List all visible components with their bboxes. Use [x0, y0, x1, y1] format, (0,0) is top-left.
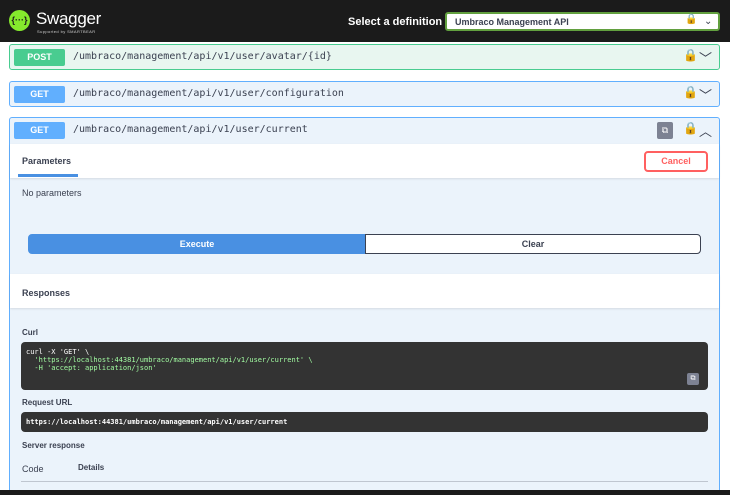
lock-icon[interactable]: 🔒 — [683, 121, 698, 135]
operation-path: /umbraco/management/api/v1/user/current — [73, 124, 308, 135]
operation-get-user-current[interactable]: GET /umbraco/management/api/v1/user/curr… — [9, 117, 720, 495]
code-column-header: Code — [22, 464, 44, 474]
server-response-label: Server response — [22, 441, 85, 450]
definition-select[interactable]: Umbraco Management API 🔒 ⌄ — [445, 12, 720, 31]
operation-post-user-avatar[interactable]: POST /umbraco/management/api/v1/user/ava… — [9, 44, 720, 70]
no-parameters-text: No parameters — [22, 188, 82, 198]
responses-header: Responses — [10, 274, 719, 308]
lock-icon: 🔒 — [685, 14, 698, 25]
parameters-header: Parameters Cancel — [10, 144, 719, 178]
swagger-logo-icon[interactable]: {···} — [9, 10, 30, 31]
details-column-header: Details — [78, 463, 105, 472]
curl-code-block[interactable]: curl -X 'GET' \ 'https://localhost:44381… — [21, 342, 708, 390]
request-url-block[interactable]: https://localhost:44381/umbraco/manageme… — [21, 412, 708, 432]
top-bar: {···} Swagger Supported by SMARTBEAR Sel… — [0, 0, 730, 42]
curl-line-3: -H 'accept: application/json' — [26, 364, 157, 372]
smartbear-tagline: Supported by SMARTBEAR — [37, 29, 96, 34]
curl-line-2: 'https://localhost:44381/umbraco/managem… — [26, 356, 313, 364]
clear-button[interactable]: Clear — [365, 234, 701, 254]
copy-icon[interactable]: ⧉ — [657, 122, 673, 139]
lock-icon[interactable]: 🔒 — [683, 85, 698, 99]
bottom-window-edge — [0, 490, 730, 495]
cancel-button[interactable]: Cancel — [644, 151, 708, 172]
chevron-down-icon: ⌄ — [704, 16, 713, 27]
operation-path: /umbraco/management/api/v1/user/configur… — [73, 88, 344, 99]
curl-line-1: curl -X 'GET' \ — [26, 348, 90, 356]
method-badge: GET — [14, 122, 65, 139]
request-url-label: Request URL — [22, 398, 73, 407]
chevron-up-icon[interactable]: ︿ — [699, 121, 712, 140]
execute-wrapper: Execute Clear — [28, 234, 701, 254]
operation-path: /umbraco/management/api/v1/user/avatar/{… — [73, 51, 332, 62]
definition-select-label: Select a definition — [348, 16, 443, 28]
swagger-logo-text[interactable]: Swagger — [36, 9, 101, 29]
chevron-down-icon[interactable]: ﹀ — [699, 85, 712, 104]
lock-icon[interactable]: 🔒 — [683, 48, 698, 62]
responses-title: Responses — [22, 288, 71, 298]
tab-parameters[interactable]: Parameters — [22, 156, 71, 166]
tab-underline — [18, 174, 78, 177]
table-divider — [21, 481, 708, 482]
chevron-down-icon[interactable]: ﹀ — [699, 48, 712, 67]
method-badge: POST — [14, 49, 65, 66]
copy-icon[interactable]: ⧉ — [687, 373, 699, 385]
definition-select-value: Umbraco Management API — [455, 17, 569, 27]
curl-label: Curl — [22, 328, 38, 337]
execute-button[interactable]: Execute — [28, 234, 366, 254]
method-badge: GET — [14, 86, 65, 103]
operation-get-user-configuration[interactable]: GET /umbraco/management/api/v1/user/conf… — [9, 81, 720, 107]
